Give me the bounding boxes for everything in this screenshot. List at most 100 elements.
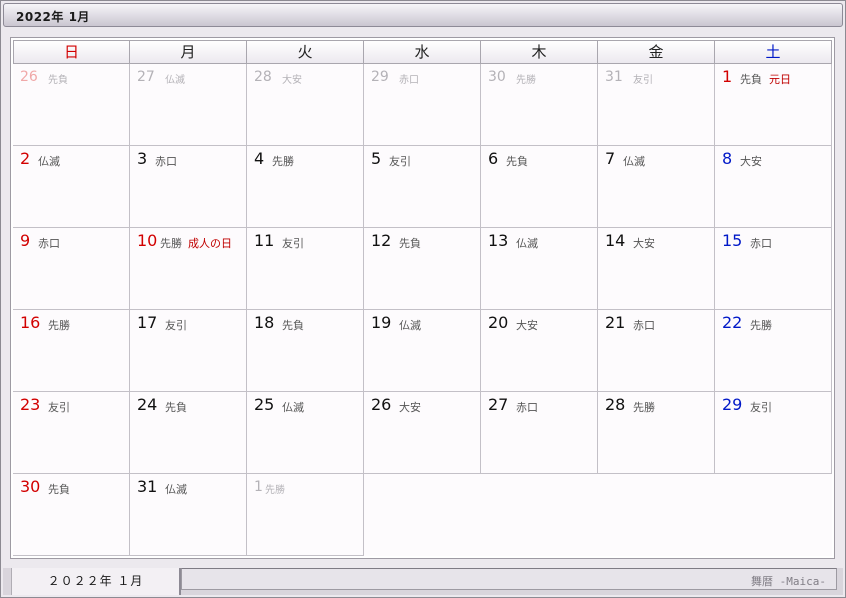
- day-cell[interactable]: 20 大安: [481, 310, 598, 392]
- day-cell[interactable]: 11 友引: [247, 228, 364, 310]
- day-cell[interactable]: 15 赤口: [715, 228, 832, 310]
- status-bar: ２０２２年 １月 舞暦 -Maica-: [3, 568, 843, 595]
- day-cell[interactable]: 31 友引: [598, 64, 715, 146]
- day-number: 12: [371, 231, 392, 250]
- weekday-header-row: 日月火水木金土: [13, 40, 832, 64]
- day-cell[interactable]: 25 仏滅: [247, 392, 364, 474]
- day-cell[interactable]: 17 友引: [130, 310, 247, 392]
- rokuyo-label: 先負: [740, 73, 762, 86]
- day-cell[interactable]: 27 仏滅: [130, 64, 247, 146]
- rokuyo-label: 仏滅: [399, 319, 421, 332]
- day-cell[interactable]: 28 先勝: [598, 392, 715, 474]
- day-number: 30: [20, 477, 41, 496]
- rokuyo-label: 先負: [48, 75, 68, 86]
- day-number: 11: [254, 231, 275, 250]
- day-cell[interactable]: 9 赤口: [13, 228, 130, 310]
- rokuyo-label: 大安: [740, 155, 762, 168]
- day-number: 28: [605, 395, 626, 414]
- empty-cell: [364, 474, 481, 556]
- day-cell[interactable]: 22 先勝: [715, 310, 832, 392]
- rokuyo-label: 仏滅: [516, 237, 538, 250]
- rokuyo-label: 友引: [165, 319, 187, 332]
- day-cell[interactable]: 30 先勝: [481, 64, 598, 146]
- calendar-grid: 26 先負 27 仏滅 28 大安 29 赤口 30 先勝 31 友引 1 先負 元日 2 仏滅 3 赤口 4 先勝 5 友…: [13, 64, 832, 556]
- rokuyo-label: 先負: [506, 155, 528, 168]
- day-number: 10: [137, 231, 158, 250]
- day-cell[interactable]: 10 先勝 成人の日: [130, 228, 247, 310]
- day-cell[interactable]: 6 先負: [481, 146, 598, 228]
- rokuyo-label: 大安: [399, 401, 421, 414]
- rokuyo-label: 大安: [633, 237, 655, 250]
- day-number: 2: [20, 149, 31, 168]
- title-bar[interactable]: 2022年 1月: [3, 3, 843, 27]
- day-number: 20: [488, 313, 509, 332]
- rokuyo-label: 友引: [750, 401, 772, 414]
- month-tab[interactable]: ２０２２年 １月: [11, 568, 181, 595]
- day-cell[interactable]: 1 先勝: [247, 474, 364, 556]
- rokuyo-label: 先勝: [272, 155, 294, 168]
- day-cell[interactable]: 30 先負: [13, 474, 130, 556]
- rokuyo-label: 仏滅: [165, 75, 185, 86]
- rokuyo-label: 先負: [165, 401, 187, 414]
- day-number: 26: [20, 69, 38, 85]
- day-number: 21: [605, 313, 626, 332]
- day-cell[interactable]: 23 友引: [13, 392, 130, 474]
- day-cell[interactable]: 7 仏滅: [598, 146, 715, 228]
- empty-cell: [598, 474, 715, 556]
- day-number: 23: [20, 395, 41, 414]
- day-number: 28: [254, 69, 272, 85]
- holiday-label: 成人の日: [188, 237, 232, 250]
- rokuyo-label: 先勝: [633, 401, 655, 414]
- day-cell[interactable]: 1 先負 元日: [715, 64, 832, 146]
- empty-cell: [715, 474, 832, 556]
- day-number: 31: [137, 477, 158, 496]
- day-cell[interactable]: 18 先負: [247, 310, 364, 392]
- rokuyo-label: 先負: [48, 483, 70, 496]
- day-cell[interactable]: 29 友引: [715, 392, 832, 474]
- day-number: 3: [137, 149, 148, 168]
- status-panel: 舞暦 -Maica-: [181, 568, 837, 590]
- day-cell[interactable]: 16 先勝: [13, 310, 130, 392]
- day-cell[interactable]: 26 大安: [364, 392, 481, 474]
- rokuyo-label: 友引: [389, 155, 411, 168]
- day-cell[interactable]: 19 仏滅: [364, 310, 481, 392]
- day-cell[interactable]: 3 赤口: [130, 146, 247, 228]
- day-number: 9: [20, 231, 31, 250]
- day-cell[interactable]: 31 仏滅: [130, 474, 247, 556]
- rokuyo-label: 先勝: [48, 319, 70, 332]
- day-cell[interactable]: 12 先負: [364, 228, 481, 310]
- day-cell[interactable]: 5 友引: [364, 146, 481, 228]
- day-cell[interactable]: 28 大安: [247, 64, 364, 146]
- day-cell[interactable]: 4 先勝: [247, 146, 364, 228]
- day-number: 29: [371, 69, 389, 85]
- day-cell[interactable]: 27 赤口: [481, 392, 598, 474]
- day-cell[interactable]: 13 仏滅: [481, 228, 598, 310]
- weekday-header: 木: [481, 40, 598, 64]
- day-cell[interactable]: 26 先負: [13, 64, 130, 146]
- day-number: 14: [605, 231, 626, 250]
- rokuyo-label: 赤口: [633, 319, 655, 332]
- day-cell[interactable]: 21 赤口: [598, 310, 715, 392]
- day-cell[interactable]: 2 仏滅: [13, 146, 130, 228]
- calendar-frame: 日月火水木金土 26 先負 27 仏滅 28 大安 29 赤口 30 先勝 31 友引 1 先負 元日 2 仏滅…: [10, 37, 835, 559]
- day-cell[interactable]: 8 大安: [715, 146, 832, 228]
- day-cell[interactable]: 14 大安: [598, 228, 715, 310]
- day-number: 25: [254, 395, 275, 414]
- day-number: 15: [722, 231, 743, 250]
- rokuyo-label: 仏滅: [623, 155, 645, 168]
- day-number: 18: [254, 313, 275, 332]
- day-number: 1: [722, 67, 733, 86]
- day-number: 16: [20, 313, 41, 332]
- app-window: 2022年 1月 日月火水木金土 26 先負 27 仏滅 28 大安 29 赤口 30 先勝 31 友…: [0, 0, 846, 598]
- day-cell[interactable]: 24 先負: [130, 392, 247, 474]
- weekday-header: 土: [715, 40, 832, 64]
- day-cell[interactable]: 29 赤口: [364, 64, 481, 146]
- rokuyo-label: 先負: [399, 237, 421, 250]
- day-number: 27: [488, 395, 509, 414]
- day-number: 22: [722, 313, 743, 332]
- rokuyo-label: 先負: [282, 319, 304, 332]
- rokuyo-label: 先勝: [265, 485, 285, 496]
- day-number: 24: [137, 395, 158, 414]
- weekday-header: 月: [130, 40, 247, 64]
- rokuyo-label: 赤口: [399, 75, 419, 86]
